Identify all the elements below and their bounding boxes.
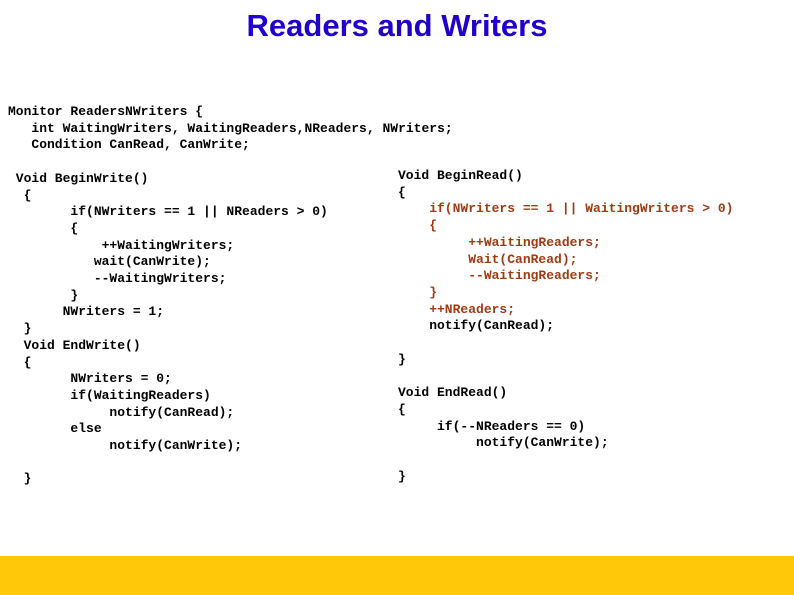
code-line: { <box>8 220 79 236</box>
code-line: { <box>8 187 32 203</box>
code-line: Void BeginRead() <box>398 168 523 183</box>
code-line: NWriters = 0; <box>8 371 172 387</box>
code-line: notify(CanRead); <box>8 404 235 420</box>
code-line: } <box>398 468 406 484</box>
code-line: ++WaitingWriters; <box>8 237 235 253</box>
code-line: } <box>398 351 406 367</box>
code-line: notify(CanWrite); <box>8 438 243 454</box>
code-line: { <box>398 218 438 234</box>
code-line: else <box>8 421 102 437</box>
code-line: Condition CanRead, CanWrite; <box>8 137 250 153</box>
code-line: int WaitingWriters, WaitingReaders,NRead… <box>8 120 453 136</box>
code-line: notify(CanRead); <box>398 318 555 334</box>
code-line: Void EndRead() <box>398 385 508 401</box>
code-line: { <box>398 401 406 417</box>
code-line: ++NReaders; <box>398 301 516 317</box>
code-line: { <box>398 184 406 200</box>
code-line: } <box>8 321 32 337</box>
code-line: Void BeginWrite() <box>8 170 149 186</box>
code-line: ++WaitingReaders; <box>398 234 601 250</box>
code-line: { <box>8 354 32 370</box>
code-line: wait(CanWrite); <box>8 254 211 270</box>
code-line: Monitor ReadersNWriters { <box>8 104 204 119</box>
code-line: if(--NReaders == 0) <box>398 418 586 434</box>
code-line: if(NWriters == 1 || WaitingWriters > 0) <box>398 201 734 217</box>
code-line: } <box>398 284 438 300</box>
writer-code-block: Monitor ReadersNWriters { int WaitingWri… <box>8 104 453 488</box>
code-line: } <box>8 471 32 487</box>
code-line: notify(CanWrite); <box>398 435 609 451</box>
slide-canvas: Readers and Writers Monitor ReadersNWrit… <box>0 0 794 595</box>
bottom-accent-bar <box>0 556 794 595</box>
code-line: if(NWriters == 1 || NReaders > 0) <box>8 204 328 220</box>
page-title: Readers and Writers <box>246 8 548 43</box>
code-line: --WaitingWriters; <box>8 271 227 287</box>
code-line: NWriters = 1; <box>8 304 165 320</box>
reader-code-block: Void BeginRead(){ if(NWriters == 1 || Wa… <box>398 168 794 485</box>
code-line: Void EndWrite() <box>8 337 141 353</box>
code-line: if(WaitingReaders) <box>8 387 211 403</box>
code-line: } <box>8 287 79 303</box>
code-line: Wait(CanRead); <box>398 251 578 267</box>
code-line: --WaitingReaders; <box>398 268 601 284</box>
